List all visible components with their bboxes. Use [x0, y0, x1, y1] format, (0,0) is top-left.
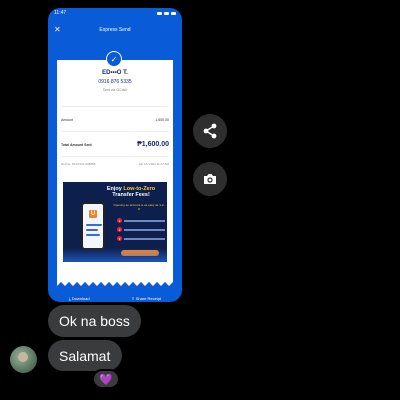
promo-steps: 1 2 3 [117, 218, 165, 245]
purple-heart-icon: 💜 [99, 373, 113, 386]
receipt-card: ED•••O T. 0916 876 5335 Sent via GCash A… [57, 60, 173, 282]
total-label: Total Amount Sent [61, 142, 92, 147]
amount-row: Amount 1,600.00 [61, 118, 169, 122]
message-bubble[interactable]: Salamat [48, 340, 122, 371]
sent-via: Sent via GCash [102, 88, 128, 92]
reference-row: Ref No. 6014 541 008886 Jun 15, 2024 11:… [61, 162, 169, 166]
amount-label: Amount [61, 118, 74, 122]
recipient-name: ED•••O T. [102, 70, 128, 76]
reaction-badge[interactable]: 💜 [92, 369, 120, 389]
promo-subtitle: Opening an account is as easy as 1-2-3! [113, 203, 165, 211]
chat-screen: 11:47 ✕ Express Send ✓ ED•••O T. 0916 87… [0, 0, 400, 400]
reference-number: Ref No. 6014 541 008886 [61, 162, 96, 166]
promo-phone-illustration: U [81, 202, 105, 250]
total-row: Total Amount Sent ₱1,600.00 [61, 141, 169, 148]
message-text: Ok na boss [59, 313, 130, 329]
camera-button[interactable] [193, 162, 227, 196]
close-icon: ✕ [54, 25, 61, 34]
share-icon [203, 123, 217, 139]
divider [61, 156, 169, 157]
share-button[interactable] [193, 114, 227, 148]
status-time: 11:47 [54, 10, 67, 16]
camera-icon [204, 174, 216, 184]
share-receipt-link: ⇪ Share Receipt [131, 295, 162, 301]
receipt-screenshot-image[interactable]: 11:47 ✕ Express Send ✓ ED•••O T. 0916 87… [48, 8, 182, 302]
unionbank-logo-icon: U [89, 210, 97, 218]
status-icons [157, 11, 176, 15]
reference-date: Jun 15, 2024 11:47 AM [138, 162, 169, 166]
message-text: Salamat [59, 347, 111, 364]
download-link: ⤓ Download [68, 295, 90, 301]
recipient-number: 0916 876 5335 [98, 79, 132, 85]
receipt-header: ✕ Express Send [48, 24, 182, 36]
divider [61, 106, 169, 107]
success-check-icon: ✓ [106, 51, 122, 67]
total-value: ₱1,600.00 [137, 141, 169, 148]
promo-banner: Enjoy Low-to-Zero Transfer Fees! Opening… [63, 182, 167, 262]
message-bubble[interactable]: Ok na boss [48, 305, 141, 337]
receipt-actions: ⤓ Download ⇪ Share Receipt [48, 294, 182, 302]
receipt-title: Express Send [99, 27, 131, 33]
phone-status-bar: 11:47 [48, 8, 182, 18]
divider [61, 131, 169, 132]
amount-value: 1,600.00 [155, 118, 169, 122]
receipt-torn-edge [57, 278, 173, 286]
promo-title: Enjoy Low-to-Zero Transfer Fees! [106, 186, 156, 198]
avatar[interactable] [10, 346, 37, 373]
